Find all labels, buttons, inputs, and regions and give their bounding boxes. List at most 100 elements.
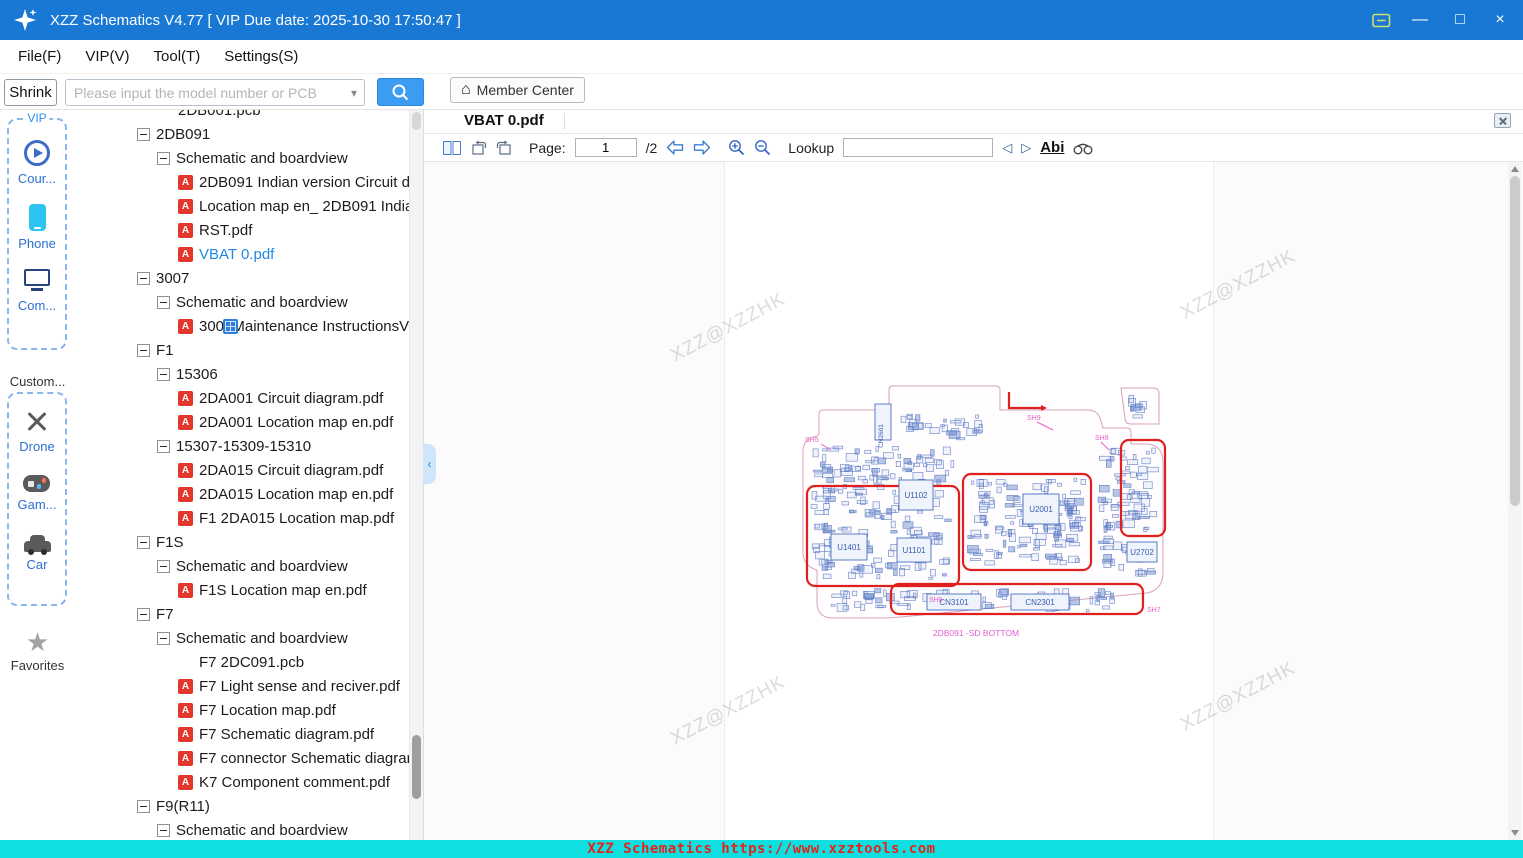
menu-item[interactable]: File(F) [6,48,73,65]
scroll-down-arrow-icon[interactable] [1510,830,1519,836]
tree-item[interactable]: 15306 [75,362,409,386]
minimize-button[interactable]: — [1409,0,1431,40]
tree-item[interactable]: F7 2DC091.pcb [75,650,409,674]
tree-item-icon[interactable] [157,631,170,645]
tree-item-icon[interactable] [178,222,193,238]
tree-item-icon[interactable] [157,367,170,381]
tree-item[interactable]: Schematic and boardview [75,554,409,578]
lookup-input[interactable] [843,138,994,157]
sidebar-item[interactable]: Drone [19,408,54,454]
tree-item[interactable]: RST.pdf [75,218,409,242]
tree-item-icon[interactable] [178,390,193,406]
tree-item-icon[interactable] [178,486,193,502]
menu-item[interactable]: Tool(T) [142,48,213,65]
tab-vbat0-pdf[interactable]: VBAT 0.pdf [464,112,544,129]
sidebar-item-favorites[interactable]: ★ Favorites [0,628,75,673]
tree-item-icon[interactable] [137,127,150,141]
tree-item-icon[interactable] [137,607,150,621]
tree-item[interactable]: F1S Location map en.pdf [75,578,409,602]
tree-item[interactable]: 3007 [75,266,409,290]
page-number-input[interactable] [574,138,637,157]
sidebar-item[interactable]: Phone [18,204,56,251]
tree-item-icon[interactable] [157,823,170,837]
tree-item-icon[interactable] [178,174,193,190]
tree-item-icon[interactable] [137,799,150,813]
pdf-canvas[interactable]: U1102 U1101 U1401 U2001 U2702 CN3101 CN2… [424,162,1523,840]
pdf-scrollbar-thumb[interactable] [1509,176,1520,506]
scroll-up-arrow-icon[interactable] [1510,166,1519,172]
next-page-icon[interactable] [693,140,711,155]
tree-item-icon[interactable] [178,246,193,262]
pdf-scrollbar[interactable] [1508,162,1521,840]
tree-item-icon[interactable] [178,414,193,430]
tree-scrollbar[interactable] [409,110,423,840]
tree-item-icon[interactable] [178,198,193,214]
rotate-right-icon[interactable] [496,140,512,156]
tree-item[interactable]: F1 [75,338,409,362]
tree-item[interactable]: VBAT 0.pdf [75,242,409,266]
tree-item-icon[interactable] [178,726,193,742]
sidebar-item[interactable]: Com... [18,269,56,313]
tree-item-icon[interactable] [178,750,193,766]
maximize-button[interactable]: □ [1449,0,1471,40]
tree-item-icon[interactable] [137,535,150,549]
close-button[interactable]: × [1489,0,1511,40]
search-button[interactable] [377,78,424,106]
tree-item-icon[interactable] [157,295,170,309]
rotate-left-icon[interactable] [471,140,487,156]
vip-card-icon[interactable] [1372,12,1391,29]
tree-item[interactable]: K7 Component comment.pdf [75,770,409,794]
tree-item-icon[interactable] [178,702,193,718]
tree-item[interactable]: Schematic and boardview [75,146,409,170]
tree-scrollbar-thumb[interactable] [412,735,421,799]
tree-item-icon[interactable] [178,318,193,334]
previous-page-icon[interactable] [666,140,684,155]
sidebar-item[interactable]: Cour... [18,140,56,186]
find-next-icon[interactable]: ▷ [1021,140,1031,156]
tree-item[interactable]: Schematic and boardview [75,626,409,650]
chevron-down-icon[interactable]: ▾ [351,86,364,100]
binoculars-icon[interactable] [1073,141,1093,155]
menu-item[interactable]: Settings(S) [212,48,310,65]
tree-item[interactable]: 3007Maintenance InstructionsV [75,314,409,338]
tree-item[interactable]: Schematic and boardview [75,290,409,314]
tree-item-icon[interactable] [157,439,170,453]
zoom-in-icon[interactable] [728,139,745,156]
tree-item[interactable]: F9(R11) [75,794,409,818]
tree-item[interactable]: 2DB001.pcb [75,110,409,334]
tree-item-icon[interactable] [137,343,150,357]
tree-item-icon[interactable] [178,678,193,694]
tree-scrollbar-cap[interactable] [412,112,421,130]
tree-item[interactable]: Location map en_ 2DB091 India [75,194,409,218]
tree-item-icon[interactable] [157,151,170,165]
tree-item[interactable]: F7 Location map.pdf [75,698,409,722]
tree-item[interactable]: 2DA001 Circuit diagram.pdf [75,386,409,410]
tree-item[interactable]: 2DB091 [75,122,409,146]
find-previous-icon[interactable]: ◁ [1002,140,1012,156]
tree-item[interactable]: 2DB091 Indian version Circuit d [75,170,409,194]
zoom-out-icon[interactable] [754,139,771,156]
tree-item[interactable]: F1S [75,530,409,554]
tree-item[interactable]: 15307-15309-15310 [75,434,409,458]
member-center-button[interactable]: ⌂ Member Center [450,77,585,103]
sidebar-item[interactable]: Gam... [17,475,57,512]
tree-item[interactable]: F1 2DA015 Location map.pdf [75,506,409,530]
tree-item[interactable]: 2DA001 Location map en.pdf [75,410,409,434]
close-document-button[interactable] [1494,113,1511,128]
tree-item[interactable]: 2DA015 Circuit diagram.pdf [75,458,409,482]
tree-item-icon[interactable] [178,582,193,598]
shrink-button[interactable]: Shrink [4,79,57,106]
tree-item[interactable]: F7 [75,602,409,626]
panel-collapse-handle[interactable]: ‹ [423,444,436,484]
model-search-input[interactable] [66,84,351,101]
two-page-view-icon[interactable] [442,140,462,156]
tree-item[interactable]: F7 connector Schematic diagrar [75,746,409,770]
tree-item-icon[interactable] [223,318,238,334]
tree-item[interactable]: 2DA015 Location map en.pdf [75,482,409,506]
tree-item[interactable]: Schematic and boardview [75,818,409,840]
tree-item-icon[interactable] [178,510,193,526]
tree-item-icon[interactable] [157,559,170,573]
model-search-combobox[interactable]: ▾ [65,79,365,106]
match-case-button[interactable]: Abi [1040,139,1064,156]
tree-item-icon[interactable] [178,462,193,478]
